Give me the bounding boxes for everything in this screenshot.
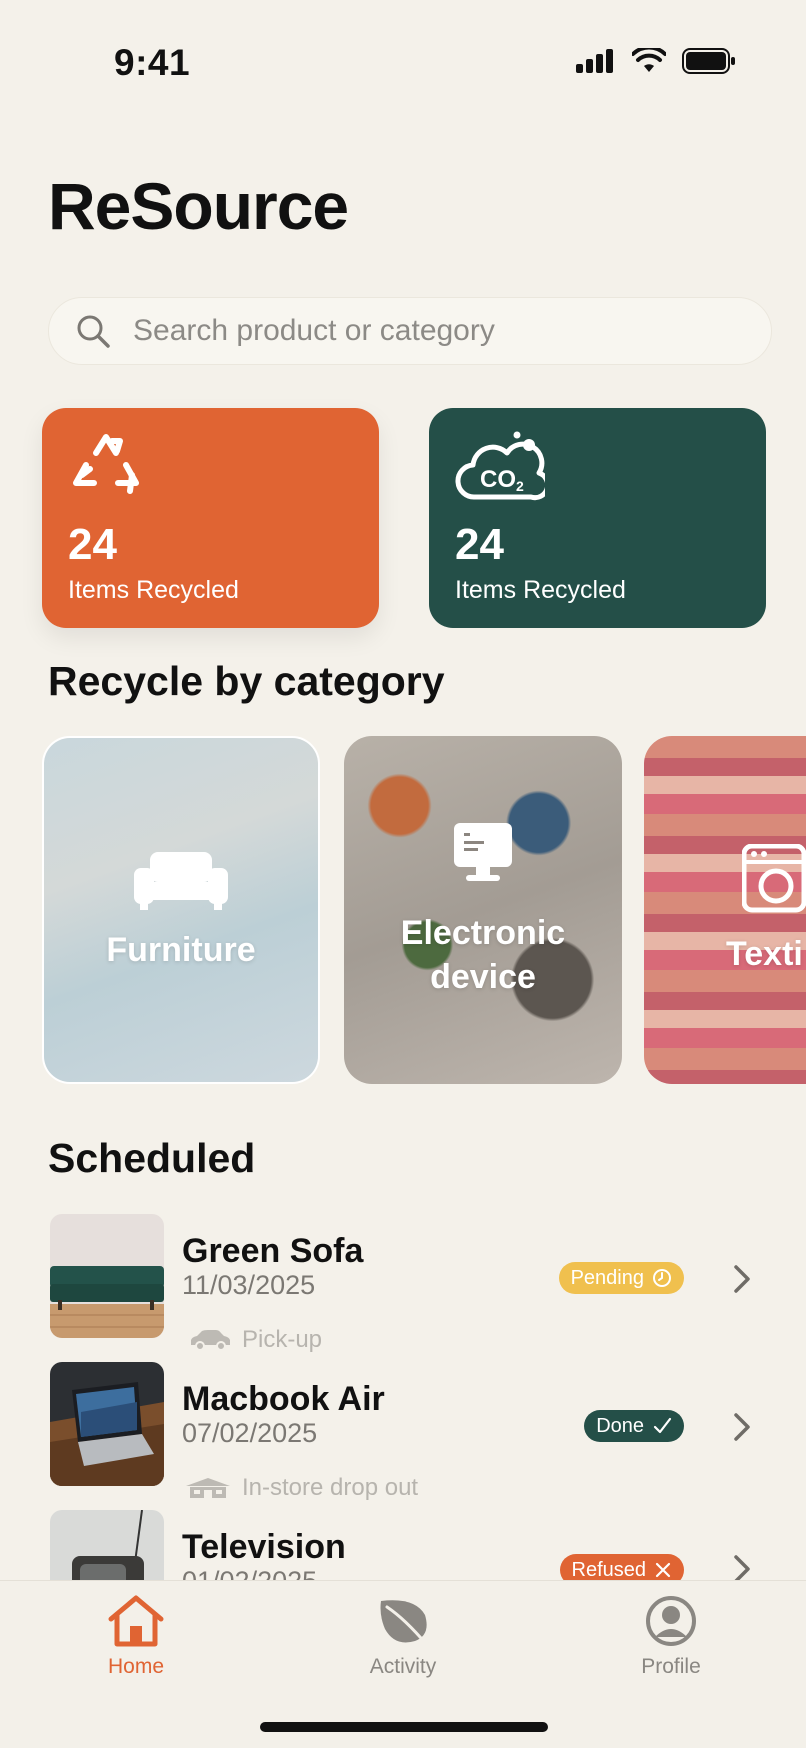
home-icon [108,1595,164,1647]
scheduled-section-title: Scheduled [48,1135,256,1181]
chevron-right-icon[interactable] [732,1412,752,1442]
status-badge-label: Pending [570,1266,644,1289]
item-method-label: Pick-up [242,1326,323,1353]
home-indicator [260,1722,548,1732]
status-bar: 9:41 [0,0,806,120]
leaf-icon [380,1600,429,1647]
item-thumbnail [50,1362,164,1486]
tab-activity[interactable]: Activity [313,1595,493,1679]
scheduled-item-macbook-air[interactable]: Macbook Air 07/02/2025 In-store drop out… [48,1362,788,1501]
category-carousel[interactable]: Furniture Electronic device Texti [42,736,806,1086]
tab-home[interactable]: Home [46,1595,226,1679]
search-input[interactable]: Search product or category [48,297,772,365]
item-thumbnail [50,1214,164,1338]
tab-label: Profile [641,1655,701,1678]
computer-icon [454,823,512,881]
signal-icon [576,49,613,73]
category-card-furniture[interactable]: Furniture [42,736,320,1084]
search-placeholder: Search product or category [133,314,495,347]
item-method: In-store drop out [184,1474,418,1502]
search-icon [77,315,110,348]
clock-icon [653,1269,671,1287]
stat-label: Items Recycled [68,576,239,604]
status-time: 9:41 [114,42,191,83]
wifi-icon [632,48,666,72]
check-icon [653,1417,672,1434]
battery-icon [682,48,735,74]
car-icon [191,1330,230,1351]
stat-label: Items Recycled [455,576,626,604]
chevron-right-icon[interactable] [732,1264,752,1294]
category-card-textile[interactable]: Texti [644,736,806,1084]
item-name: Television [182,1528,346,1566]
status-badge-label: Done [596,1414,644,1437]
app-title: ReSource [48,169,349,243]
item-date: 07/02/2025 [182,1418,318,1448]
stat-card-items-recycled[interactable]: 24 Items Recycled [42,408,379,628]
category-label: Furniture [106,931,256,969]
stat-value: 24 [455,520,504,569]
x-icon [655,1562,671,1578]
item-name: Macbook Air [182,1380,385,1418]
store-icon [186,1478,230,1498]
svg-text:2: 2 [516,478,524,494]
stat-card-co2[interactable]: CO 2 24 Items Recycled [429,408,766,628]
scheduled-item-green-sofa[interactable]: Green Sofa 11/03/2025 Pick-up Pending [48,1214,788,1353]
item-method-label: In-store drop out [242,1474,419,1501]
stat-value: 24 [68,520,117,569]
item-date: 11/03/2025 [182,1270,316,1300]
status-icons [576,48,736,74]
profile-icon [646,1596,696,1646]
recycle-icon [73,434,139,494]
status-badge: Done [584,1410,684,1442]
category-label: Electronic device [400,914,566,996]
status-badge-label: Refused [571,1558,647,1581]
item-name: Green Sofa [182,1232,364,1270]
sofa-icon [134,852,228,910]
tab-label: Activity [369,1655,437,1678]
svg-text:CO: CO [480,466,516,493]
category-label: Texti [726,935,803,973]
washing-machine-icon [742,844,806,913]
tab-profile[interactable]: Profile [581,1595,761,1679]
tab-label: Home [107,1655,165,1678]
item-method: Pick-up [188,1326,322,1354]
category-card-electronic-device[interactable]: Electronic device [344,736,622,1084]
category-section-title: Recycle by category [48,658,445,704]
co2-cloud-icon: CO 2 [455,431,545,501]
status-badge: Pending [558,1262,684,1294]
